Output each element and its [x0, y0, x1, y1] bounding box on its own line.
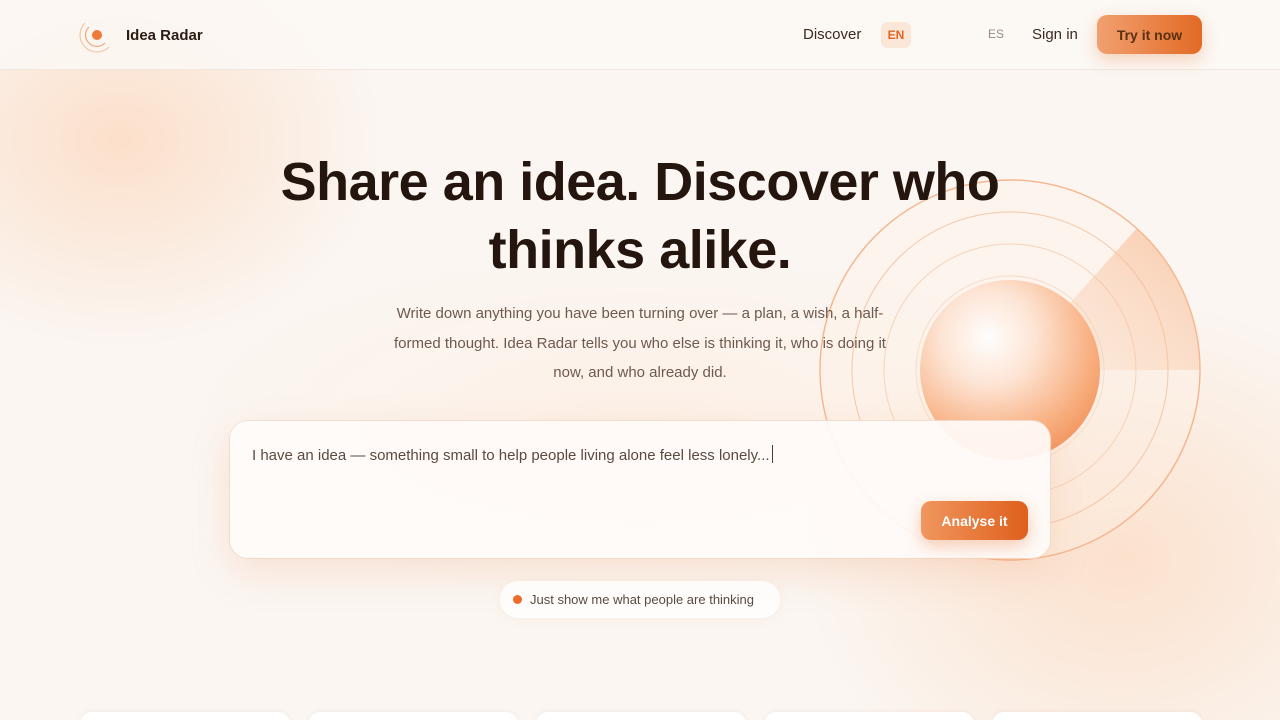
nav-discover-link[interactable]: Discover: [803, 26, 861, 43]
lang-en-toggle[interactable]: EN: [881, 22, 911, 48]
browse-thoughts-button[interactable]: Just show me what people are thinking: [500, 581, 780, 618]
analyse-it-button[interactable]: Analyse it: [921, 501, 1028, 540]
lang-es-toggle[interactable]: ES: [988, 27, 1004, 41]
radar-signal-icon: [79, 22, 110, 53]
hero-subtitle-line-2: formed thought. Idea Radar tells you who…: [394, 334, 886, 352]
hero-subtitle: Write down anything you have been turnin…: [380, 299, 900, 388]
idea-card[interactable]: [764, 712, 974, 720]
try-it-now-button[interactable]: Try it now: [1097, 15, 1202, 54]
dot-icon: [513, 595, 522, 604]
idea-cards-row: [0, 712, 1280, 720]
idea-textarea[interactable]: I have an idea — something small to help…: [252, 445, 1022, 464]
top-navbar: Idea Radar Discover EN ES Sign in Try it…: [0, 0, 1280, 70]
text-caret: [771, 445, 773, 463]
hero-title-line-1: Share an idea. Discover who: [280, 152, 1000, 212]
hero-title: Share an idea. Discover who thinks alike…: [250, 148, 1030, 284]
idea-card[interactable]: [80, 712, 290, 720]
hero-subtitle-line-3: now, and who already did.: [553, 364, 727, 381]
hero-subtitle-line-1: Write down anything you have been turnin…: [396, 305, 884, 322]
brand-logo[interactable]: Idea Radar: [78, 16, 203, 54]
idea-input-card: I have an idea — something small to help…: [230, 421, 1050, 558]
idea-card[interactable]: [536, 712, 746, 720]
hero-title-line-2: thinks alike.: [488, 220, 792, 280]
idea-text-value: I have an idea — something small to help…: [252, 447, 770, 464]
idea-card[interactable]: [992, 712, 1202, 720]
idea-card[interactable]: [308, 712, 518, 720]
brand-name: Idea Radar: [126, 26, 203, 44]
sign-in-link[interactable]: Sign in: [1032, 26, 1078, 43]
browse-thoughts-label: Just show me what people are thinking: [530, 592, 755, 607]
